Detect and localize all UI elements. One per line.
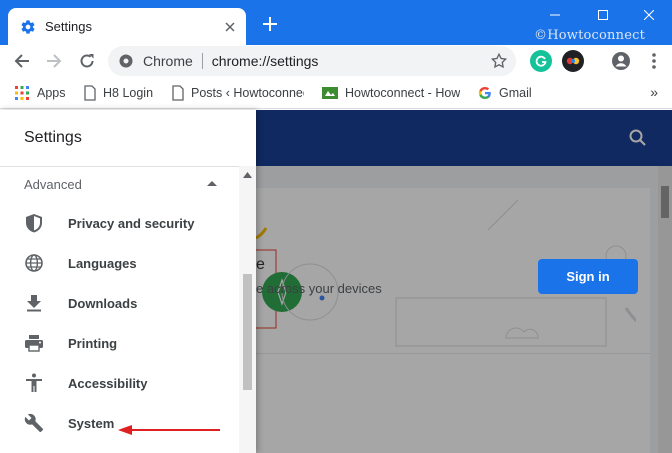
drawer-item-printing[interactable]: Printing	[0, 323, 238, 363]
bookmark-posts[interactable]: Posts ‹ Howtoconnec	[172, 84, 304, 102]
url-text[interactable]: chrome://settings	[212, 53, 319, 69]
drawer-scrollbar-thumb[interactable]	[243, 274, 252, 390]
download-icon	[24, 293, 44, 313]
chrome-icon	[119, 54, 133, 68]
profile-avatar-icon[interactable]	[609, 49, 633, 73]
bookmark-label: Apps	[37, 86, 66, 100]
bookmarks-overflow-button[interactable]: »	[650, 84, 658, 100]
settings-drawer: Settings Advanced Privacy and security L…	[0, 110, 256, 453]
close-window-button[interactable]	[626, 0, 672, 30]
page-icon	[84, 85, 96, 101]
printer-icon	[24, 333, 44, 353]
apps-grid-icon	[14, 85, 30, 101]
globe-icon	[24, 253, 44, 273]
bookmark-gmail[interactable]: Gmail	[478, 84, 532, 102]
drawer-item-downloads[interactable]: Downloads	[0, 283, 238, 323]
drawer-item-label: Privacy and security	[68, 215, 195, 231]
forward-button[interactable]	[42, 49, 66, 73]
bookmark-apps[interactable]: Apps	[14, 84, 66, 102]
bookmark-label: H8 Login	[103, 86, 154, 100]
drawer-item-label: Accessibility	[68, 375, 148, 391]
colorful-extension-icon[interactable]	[562, 50, 584, 72]
drawer-scrollbar[interactable]	[239, 166, 256, 453]
bookmark-howtoconnect[interactable]: Howtoconnect - How	[322, 84, 460, 102]
bookmarks-bar: Apps H8 Login Posts ‹ Howtoconnec Howtoc…	[0, 77, 672, 109]
gear-icon	[20, 19, 36, 35]
reload-button[interactable]	[75, 49, 99, 73]
wrench-icon	[24, 413, 44, 433]
drawer-item-system[interactable]: System	[0, 403, 238, 443]
drawer-item-label: Languages	[68, 255, 137, 271]
chevron-up-icon[interactable]	[207, 180, 217, 188]
tab-title: Settings	[45, 19, 92, 34]
close-icon[interactable]	[222, 19, 238, 35]
bookmark-h8-login[interactable]: H8 Login	[84, 84, 153, 102]
drawer-title: Settings	[24, 129, 82, 146]
drawer-divider	[0, 166, 256, 167]
bookmark-label: Posts ‹ Howtoconnec	[191, 86, 304, 100]
grammarly-extension-icon[interactable]	[530, 50, 552, 72]
google-icon	[478, 86, 492, 100]
drawer-item-label: Downloads	[68, 295, 138, 311]
tab-settings[interactable]: Settings	[8, 8, 246, 45]
shield-icon	[24, 213, 44, 233]
drawer-item-accessibility[interactable]: Accessibility	[0, 363, 238, 403]
sign-in-button[interactable]: Sign in	[538, 259, 638, 294]
signin-title: e	[256, 256, 265, 273]
omnibox-divider	[201, 53, 203, 69]
bookmark-label: Gmail	[499, 86, 532, 100]
new-tab-button[interactable]	[260, 14, 280, 34]
minimize-button[interactable]	[532, 0, 578, 30]
drawer-item-label: System	[68, 415, 115, 431]
address-bar[interactable]: Chrome chrome://settings	[108, 46, 516, 76]
page-icon	[172, 85, 184, 101]
accessibility-icon	[24, 373, 44, 393]
drawer-item-privacy[interactable]: Privacy and security	[0, 203, 238, 243]
site-label: Chrome	[143, 53, 193, 69]
star-icon[interactable]	[490, 52, 508, 70]
bookmark-label: Howtoconnect - How	[345, 86, 460, 100]
howtoconnect-favicon-icon	[322, 87, 338, 99]
signin-subtitle: e across your devices	[256, 281, 382, 296]
annotation-arrow-icon	[118, 425, 220, 435]
drawer-item-languages[interactable]: Languages	[0, 243, 238, 283]
drawer-item-label: Printing	[68, 335, 118, 351]
scroll-up-icon[interactable]	[243, 172, 252, 178]
back-button[interactable]	[10, 49, 34, 73]
maximize-button[interactable]	[580, 0, 626, 30]
advanced-section-header[interactable]: Advanced	[24, 177, 82, 192]
watermark: ©Howtoconnect	[534, 28, 645, 43]
toolbar: Chrome chrome://settings	[0, 45, 672, 77]
menu-kebab-icon[interactable]	[642, 49, 666, 73]
